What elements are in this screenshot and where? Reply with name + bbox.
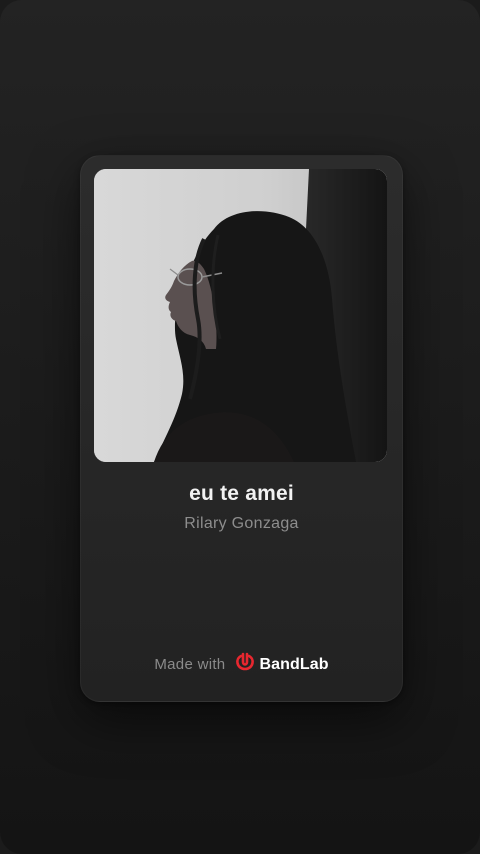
track-title: eu te amei	[189, 482, 294, 505]
track-card[interactable]: eu te amei Rilary Gonzaga Made with Band…	[80, 155, 403, 702]
artist-name[interactable]: Rilary Gonzaga	[81, 515, 402, 533]
bandlab-wordmark: BandLab	[259, 655, 329, 673]
made-with-label: Made with	[154, 656, 226, 673]
made-with-bandlab[interactable]: Made with BandLab	[81, 652, 402, 677]
bandlab-brand[interactable]: BandLab	[235, 652, 329, 677]
bandlab-logo-icon	[235, 652, 255, 677]
cover-art	[94, 169, 387, 462]
share-screen: eu te amei Rilary Gonzaga Made with Band…	[0, 0, 480, 854]
